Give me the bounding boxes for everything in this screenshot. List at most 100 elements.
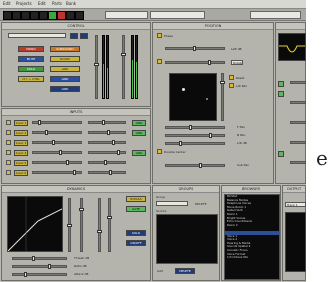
add-label[interactable]: Add bbox=[157, 269, 163, 273]
forward-end-icon[interactable] bbox=[30, 11, 39, 20]
b-pan-slider[interactable] bbox=[209, 133, 212, 138]
input-source-button[interactable]: Input 4 bbox=[14, 150, 28, 156]
input-select-toggle[interactable] bbox=[6, 140, 11, 145]
group-source-list[interactable] bbox=[156, 214, 218, 264]
menu-item[interactable]: Edit bbox=[3, 1, 11, 6]
input-source-button[interactable]: Input 3 bbox=[14, 140, 28, 146]
left-db-slider[interactable] bbox=[193, 46, 196, 51]
slider-track bbox=[290, 81, 306, 84]
browser-list-item[interactable]: 1/3 Octave Mix bbox=[225, 255, 279, 260]
input-pan-slider[interactable] bbox=[107, 130, 110, 135]
band-button[interactable] bbox=[278, 151, 284, 157]
input-gain-slider[interactable] bbox=[38, 120, 41, 125]
dynamics-graph[interactable] bbox=[7, 196, 63, 252]
on-off-button[interactable]: ON/OFF bbox=[126, 240, 146, 246]
input-select-toggle[interactable] bbox=[6, 120, 11, 125]
timecode-field[interactable] bbox=[105, 11, 148, 19]
input-pan-slider[interactable] bbox=[117, 150, 120, 155]
ch-ctrl-button[interactable]: CH -> CTRL bbox=[18, 76, 44, 82]
link-toggle[interactable] bbox=[157, 59, 162, 64]
input-gain-slider[interactable] bbox=[52, 140, 55, 145]
link-button[interactable]: LINK bbox=[50, 66, 80, 72]
input-gain-slider[interactable] bbox=[73, 170, 76, 175]
attack-slider[interactable] bbox=[24, 272, 27, 277]
double-center-toggle[interactable] bbox=[157, 149, 162, 154]
link-button[interactable]: LINK bbox=[132, 150, 146, 156]
control-preset-dropdown[interactable] bbox=[8, 33, 66, 38]
lr-pan-toggle[interactable] bbox=[229, 83, 234, 88]
mono-button[interactable]: MONO bbox=[18, 46, 44, 52]
input-source-button[interactable]: Input 5 bbox=[14, 160, 28, 166]
output-track-dropdown[interactable]: Track 1 bbox=[285, 202, 306, 207]
pan-point-icon[interactable] bbox=[182, 88, 185, 91]
input-source-button[interactable]: Input 2 bbox=[14, 130, 28, 136]
input-select-toggle[interactable] bbox=[6, 130, 11, 135]
gate-button[interactable]: GATE bbox=[126, 206, 146, 212]
depth-fader[interactable] bbox=[220, 81, 225, 84]
project-field[interactable] bbox=[250, 11, 301, 19]
reset-toggle[interactable] bbox=[229, 75, 234, 80]
band-button[interactable] bbox=[278, 91, 284, 97]
menu-item[interactable]: Parts bbox=[52, 1, 62, 6]
mute-button[interactable]: MUTE bbox=[18, 56, 44, 62]
band-button[interactable] bbox=[278, 81, 284, 87]
input-pan-slider[interactable] bbox=[102, 120, 105, 125]
pause-icon[interactable] bbox=[75, 11, 84, 20]
loop-icon[interactable] bbox=[66, 11, 75, 20]
delete-button[interactable]: DELETE bbox=[175, 268, 195, 274]
pan-point-icon[interactable] bbox=[206, 98, 208, 100]
input-select-toggle[interactable] bbox=[6, 160, 11, 165]
stop-icon[interactable] bbox=[39, 11, 48, 20]
input-source-button[interactable]: Input 1 bbox=[14, 120, 28, 126]
link-button[interactable]: LINK bbox=[50, 76, 80, 82]
fader-handle[interactable] bbox=[94, 63, 99, 66]
menu-item[interactable]: Edit bbox=[38, 1, 46, 6]
menu-item[interactable]: Bank bbox=[66, 1, 76, 6]
forward-icon[interactable] bbox=[21, 11, 30, 20]
threshold-fader[interactable] bbox=[67, 224, 72, 227]
input-pan-slider[interactable] bbox=[112, 140, 115, 145]
link-button[interactable]: LINK bbox=[50, 86, 80, 92]
room-button[interactable]: ROOM bbox=[50, 56, 80, 62]
thresh-slider[interactable] bbox=[32, 256, 35, 261]
link-button[interactable]: LINK bbox=[132, 130, 146, 136]
fader-handle[interactable] bbox=[121, 53, 126, 56]
input-select-toggle[interactable] bbox=[6, 170, 11, 175]
rotate-slider[interactable] bbox=[208, 60, 211, 65]
record-icon[interactable] bbox=[57, 11, 66, 20]
rewind-start-icon[interactable] bbox=[3, 11, 12, 20]
preset-browser-list[interactable]: Pk/Stat Balance Modes Telephone Voices Move… bbox=[224, 194, 280, 280]
gain-fader[interactable] bbox=[97, 230, 102, 233]
surround-button[interactable]: SURROUND bbox=[50, 46, 80, 52]
input-gain-slider[interactable] bbox=[59, 150, 62, 155]
ratio-fader[interactable] bbox=[79, 208, 84, 211]
pan-position-pad[interactable] bbox=[169, 73, 217, 121]
plus-button[interactable] bbox=[70, 33, 78, 39]
link-button[interactable]: LINK bbox=[132, 120, 146, 126]
eq-curve-display[interactable] bbox=[278, 33, 306, 61]
fader-track bbox=[95, 35, 98, 99]
solo-button[interactable]: SOLO bbox=[126, 230, 146, 236]
rewind-icon[interactable] bbox=[12, 11, 21, 20]
bypass-button[interactable]: BYPASS bbox=[126, 196, 146, 202]
input-source-button[interactable]: Input 6 bbox=[14, 170, 28, 176]
play-icon[interactable] bbox=[48, 11, 57, 20]
minus-button[interactable] bbox=[80, 33, 88, 39]
position-field[interactable] bbox=[150, 11, 205, 19]
solo-button[interactable]: SOLO bbox=[18, 66, 44, 72]
f-pan-slider[interactable] bbox=[189, 125, 192, 130]
delete-label[interactable]: DELETE bbox=[195, 202, 207, 206]
input-gain-slider[interactable] bbox=[66, 160, 69, 165]
group-dropdown[interactable] bbox=[156, 201, 188, 206]
input-gain-slider[interactable] bbox=[45, 130, 48, 135]
input-pan-slider[interactable] bbox=[104, 160, 107, 165]
ratio-slider[interactable] bbox=[48, 264, 51, 269]
phase-toggle[interactable] bbox=[157, 33, 162, 38]
menu-item[interactable]: Projects bbox=[16, 1, 32, 6]
sub-pan-slider[interactable] bbox=[199, 163, 202, 168]
gain-fader[interactable] bbox=[107, 216, 112, 219]
input-select-toggle[interactable] bbox=[6, 150, 11, 155]
input-pan-slider[interactable] bbox=[109, 170, 112, 175]
rotate-field[interactable]: Rotate bbox=[231, 60, 243, 65]
lr-db-slider[interactable] bbox=[179, 141, 182, 146]
